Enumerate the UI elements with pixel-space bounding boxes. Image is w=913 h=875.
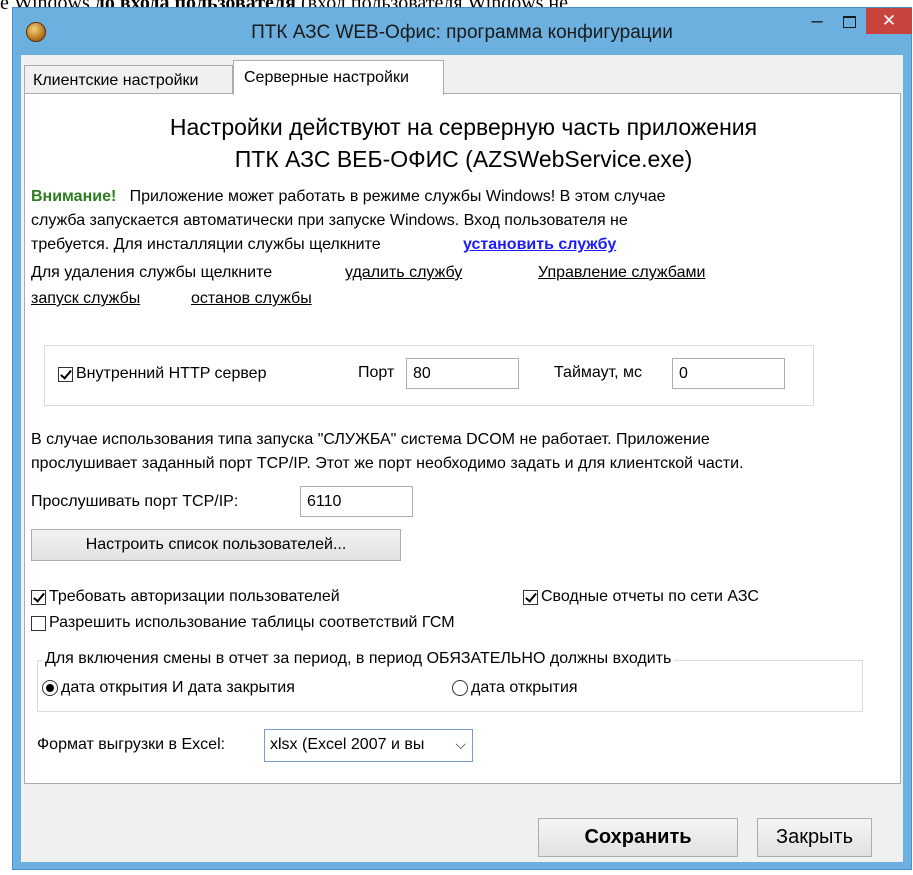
config-window: ПТК АЗС WEB-Офис: программа конфигурации…	[12, 7, 912, 870]
network-reports-checkbox[interactable]	[523, 590, 538, 605]
excel-format-value: xlsx (Excel 2007 и вы	[270, 736, 425, 753]
title-bar[interactable]: ПТК АЗС WEB-Офис: программа конфигурации…	[13, 8, 912, 55]
require-auth-label: Требовать авторизации пользователей	[49, 588, 340, 605]
remove-service-text: Для удаления службы щелкните	[31, 264, 273, 281]
radio-open-only-label: дата открытия	[471, 679, 578, 696]
timeout-label: Таймаут, мс	[554, 364, 643, 381]
manage-services-link[interactable]: Управление службами	[538, 264, 705, 282]
network-reports-label: Сводные отчеты по сети АЗС	[541, 588, 759, 605]
minimize-button[interactable]: –	[803, 10, 831, 36]
page-subtitle: ПТК АЗС ВЕБ-ОФИС (AZSWebService.exe)	[234, 146, 693, 172]
radio-open-and-close[interactable]	[42, 680, 58, 696]
window-title: ПТК АЗС WEB-Офис: программа конфигурации	[251, 22, 673, 43]
fuel-table-label: Разрешить использование таблицы соответс…	[49, 614, 455, 631]
save-button[interactable]: Сохранить	[538, 818, 738, 857]
tcp-port-input[interactable]: 6110	[300, 486, 413, 517]
port-label: Порт	[358, 364, 395, 381]
http-server-checkbox[interactable]	[58, 367, 73, 382]
start-service-link[interactable]: запуск службы	[31, 290, 140, 308]
radio-open-and-close-label: дата открытия И дата закрытия	[61, 679, 295, 696]
tcp-port-label: Прослушивать порт TCP/IP:	[31, 493, 239, 510]
maximize-icon	[843, 16, 856, 28]
warning-line-1: Внимание! Приложение может работать в ре…	[31, 188, 666, 205]
close-button[interactable]: Закрыть	[757, 818, 872, 857]
dcom-note-line-1: В случае использования типа запуска "СЛУ…	[31, 431, 710, 448]
maximize-button[interactable]	[835, 10, 863, 36]
timeout-input[interactable]: 0	[672, 358, 785, 389]
tab-server-settings[interactable]: Серверные настройки	[233, 60, 444, 95]
radio-open-only[interactable]	[452, 680, 468, 696]
window-client-area: Клиентские настройки Серверные настройки…	[21, 55, 903, 862]
remove-service-link[interactable]: удалить службу	[345, 264, 462, 282]
excel-format-select[interactable]: xlsx (Excel 2007 и вы ⌵	[264, 729, 473, 762]
shift-period-caption: Для включения смены в отчет за период, в…	[42, 650, 675, 668]
fuel-table-checkbox[interactable]	[31, 616, 46, 631]
port-input[interactable]: 80	[406, 358, 519, 389]
page-title: Настройки действуют на серверную часть п…	[169, 114, 758, 140]
excel-format-label: Формат выгрузки в Excel:	[37, 736, 226, 753]
require-auth-checkbox[interactable]	[31, 590, 46, 605]
warning-line-2: служба запускается автоматически при зап…	[31, 212, 628, 229]
chevron-down-icon: ⌵	[455, 736, 466, 752]
http-server-group: Внутренний HTTP сервер Порт 80 Таймаут, …	[44, 345, 814, 406]
stop-service-link[interactable]: останов службы	[191, 290, 312, 308]
install-service-link[interactable]: установить службу	[463, 236, 616, 254]
shift-period-group: Для включения смены в отчет за период, в…	[37, 650, 863, 712]
http-server-label: Внутренний HTTP сервер	[76, 365, 267, 382]
configure-users-button[interactable]: Настроить список пользователей...	[31, 529, 401, 561]
tab-strip: Клиентские настройки Серверные настройки	[21, 55, 903, 95]
close-window-button[interactable]: ✕	[866, 8, 912, 34]
tab-client-settings[interactable]: Клиентские настройки	[24, 65, 233, 94]
warning-label: Внимание!	[31, 188, 117, 205]
warning-line-3: требуется. Для инсталляции службы щелкни…	[31, 236, 381, 253]
dcom-note-line-2: прослушивает заданный порт TCP/IP. Этот …	[31, 455, 744, 472]
server-settings-panel: Настройки действуют на серверную часть п…	[24, 93, 901, 784]
